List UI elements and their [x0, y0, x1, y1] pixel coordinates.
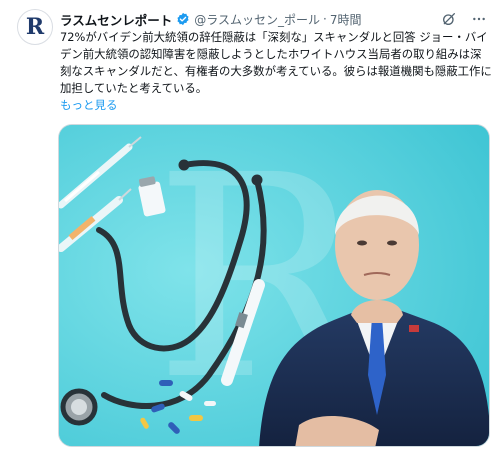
tweet-image[interactable]: R [58, 124, 490, 447]
separator-dot: · [323, 12, 327, 26]
show-more-link[interactable]: もっと見る [60, 97, 118, 113]
timestamp[interactable]: 7時間 [330, 11, 362, 28]
display-name[interactable]: ラスムセンレポート [60, 10, 172, 29]
verified-badge-icon [177, 12, 189, 26]
more-options-icon[interactable] [470, 10, 488, 28]
tweet-text: 72%がバイデン前大統領の辞任隠蔽は「深刻な」スキャンダルと回答 ジョー・バイデ… [60, 30, 492, 95]
grok-icon[interactable] [440, 10, 458, 28]
handle[interactable]: @ラスムッセン_ポール [194, 11, 320, 28]
tweet-header: ラスムセンレポート @ラスムッセン_ポール · 7時間 [60, 9, 492, 29]
ellipsis-glyph [473, 17, 485, 21]
avatar-logo: R [25, 14, 45, 40]
photo-illustration: R [59, 125, 489, 446]
avatar[interactable]: R [17, 9, 53, 45]
tweet[interactable]: R ラスムセンレポート @ラスムッセン_ポール · 7時間 72%がバイデン前大… [0, 0, 500, 452]
grok-glyph [443, 13, 455, 25]
